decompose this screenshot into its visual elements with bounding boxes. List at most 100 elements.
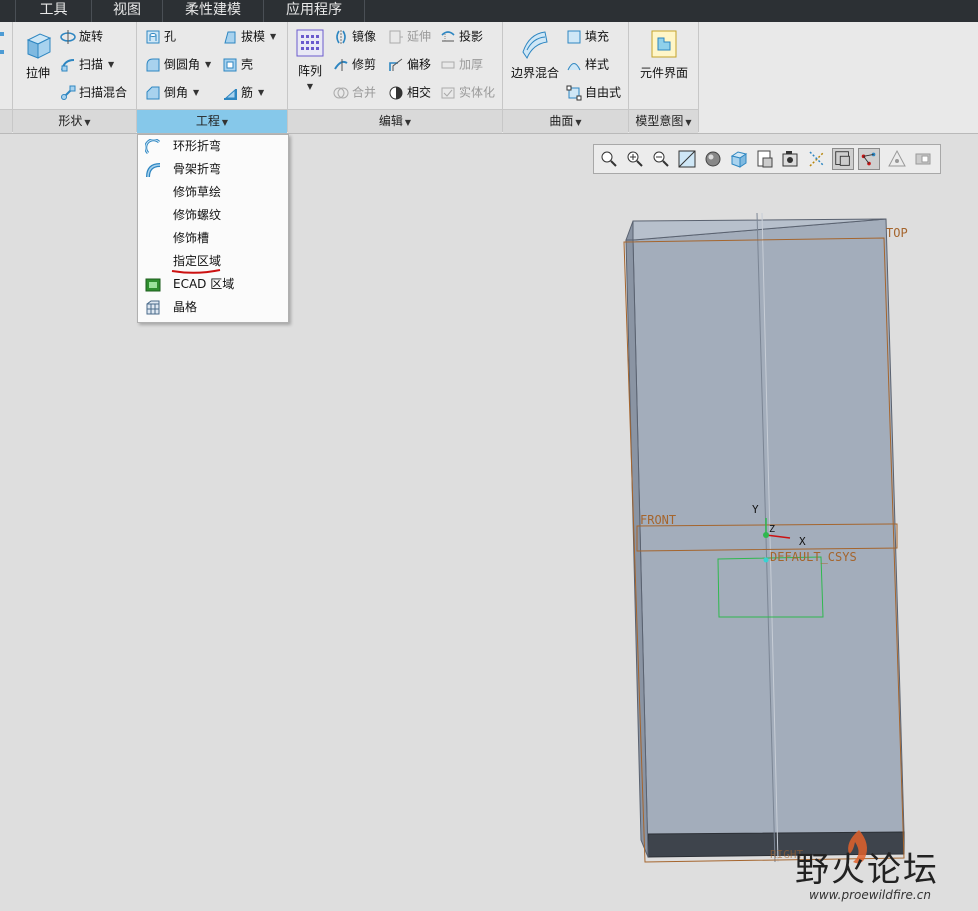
watermark-title: 野火论坛 [795,850,939,890]
partial-group-icons [0,28,6,98]
sweep-button[interactable]: 扫描 ▼ [60,53,114,75]
repaint-icon[interactable] [676,148,698,170]
pattern-label: 阵列 [297,64,322,78]
lattice-icon [146,300,160,315]
toroidal-bend-icon [145,139,161,155]
csys-axis-label-y: Y [752,503,759,516]
axis-display-icon[interactable] [858,148,880,170]
tab-partial [0,0,16,22]
zoom-out-icon[interactable] [650,148,672,170]
swept-blend-icon [61,85,76,100]
graphics-toolbar [593,144,941,174]
display-style-icon[interactable] [702,148,724,170]
boundary-blend-button[interactable]: 边界混合 [507,28,563,81]
revolve-icon [60,29,76,44]
pattern-button[interactable]: 阵列 ▼ [292,28,328,91]
menu-item-cosmetic-groove[interactable]: 修饰槽 [138,227,288,250]
extrude-label: 拉伸 [25,66,50,80]
perspective-icon[interactable] [780,148,802,170]
tab-flexible-modeling[interactable]: 柔性建模 [163,0,264,22]
ecad-area-icon [145,278,161,292]
pattern-dropdown-icon[interactable]: ▼ [292,82,328,91]
model-intent-group-menu[interactable]: 模型意图 ▼ [629,109,698,133]
menu-item-cosmetic-thread[interactable]: 修饰螺纹 [138,204,288,227]
menu-item-ecad-area[interactable]: ECAD 区域 [138,273,288,296]
csys-axis-label-x: X [799,535,806,548]
merge-button[interactable]: 合并 [333,81,376,103]
draft-button[interactable]: 拔模 ▼ [222,25,276,47]
freestyle-button[interactable]: 自由式 [566,81,621,103]
extrude-icon [26,33,52,59]
extend-icon [389,30,403,43]
shell-button[interactable]: 壳 [222,53,253,75]
menu-item-cosmetic-sketch[interactable]: 修饰草绘 [138,181,288,204]
trim-button[interactable]: 修剪 [333,53,376,75]
part-front-face[interactable] [632,218,905,858]
sweep-icon [61,58,75,71]
mirror-button[interactable]: 镜像 [333,25,376,47]
zoom-in-icon[interactable] [624,148,646,170]
plane-display-icon[interactable] [832,148,854,170]
annotation-display-icon[interactable] [806,148,828,170]
plane-label-top: TOP [886,226,908,240]
csys-display-icon[interactable] [912,148,934,170]
refit-icon[interactable] [598,148,620,170]
project-button[interactable]: 投影 [440,25,483,47]
pattern-icon [296,29,324,57]
tab-tools[interactable]: 工具 [16,0,92,22]
saved-orientations-icon[interactable] [728,148,750,170]
watermark: 野火论坛 www.proewildfire.cn [795,828,975,908]
engineering-group-menu[interactable]: 工程 ▼ [137,109,287,133]
fill-icon [567,30,581,43]
thicken-button[interactable]: 加厚 [440,53,483,75]
solidify-button[interactable]: 实体化 [440,81,495,103]
offset-button[interactable]: 偏移 [388,53,431,75]
extend-button[interactable]: 延伸 [388,25,431,47]
menu-item-lattice[interactable]: 晶格 [138,296,288,319]
round-button[interactable]: 倒圆角 ▼ [145,53,211,75]
swept-blend-button[interactable]: 扫描混合 [60,81,127,103]
round-icon [146,58,160,71]
component-interface-label: 元件界面 [639,66,688,80]
surfaces-group-menu[interactable]: 曲面 ▼ [503,109,628,133]
revolve-button[interactable]: 旋转 [60,25,103,47]
ribbon-tab-bar: 工具 视图 柔性建模 应用程序 [0,0,978,22]
project-icon [441,30,455,41]
rib-button[interactable]: 筋 ▼ [222,81,264,103]
csys-point[interactable] [763,557,769,563]
csys-label: DEFAULT_CSYS [770,550,857,564]
point-display-icon[interactable] [886,148,908,170]
hole-icon [146,30,160,43]
offset-icon [389,58,403,71]
menu-item-designate-area[interactable]: 指定区域 [138,250,288,274]
boundary-blend-label: 边界混合 [510,66,559,80]
tab-view[interactable]: 视图 [92,0,163,22]
editing-group-menu[interactable]: 编辑 ▼ [288,109,502,133]
solidify-icon [441,87,455,98]
component-interface-icon [651,30,677,58]
chamfer-button[interactable]: 倒角 ▼ [145,81,199,103]
plane-label-front: FRONT [640,513,677,527]
view-manager-icon[interactable] [754,148,776,170]
merge-icon [333,87,349,98]
menu-item-toroidal-bend[interactable]: 环形折弯 [138,135,288,158]
csys-axis-label-z: Z [769,524,776,535]
component-interface-button[interactable]: 元件界面 [634,28,694,81]
draft-icon [224,31,236,43]
trim-icon [334,58,348,71]
ribbon: 拉伸 旋转 扫描 ▼ 扫描混合 形状 ▼ 孔 倒圆角 ▼ 倒角 ▼ 拔模 ▼ 壳 筋 ▼ 工… [0,22,978,134]
menu-item-spinal-bend[interactable]: 骨架折弯 [138,158,288,181]
shape-group-menu[interactable]: 形状 ▼ [13,109,136,133]
part-left-face[interactable] [625,220,634,241]
fill-button[interactable]: 填充 [566,25,609,47]
shell-icon [223,58,237,71]
spinal-bend-icon [146,163,161,178]
intersect-button[interactable]: 相交 [388,81,431,103]
chamfer-icon [146,86,160,99]
hole-button[interactable]: 孔 [145,25,176,47]
style-button[interactable]: 样式 [566,53,609,75]
tab-applications[interactable]: 应用程序 [264,0,365,22]
engineering-dropdown-menu: 环形折弯 骨架折弯 修饰草绘 修饰螺纹 修饰槽 指定区域 ECAD 区域 晶格 [137,134,289,323]
style-icon [567,62,581,70]
extrude-button[interactable]: 拉伸 [18,28,58,81]
